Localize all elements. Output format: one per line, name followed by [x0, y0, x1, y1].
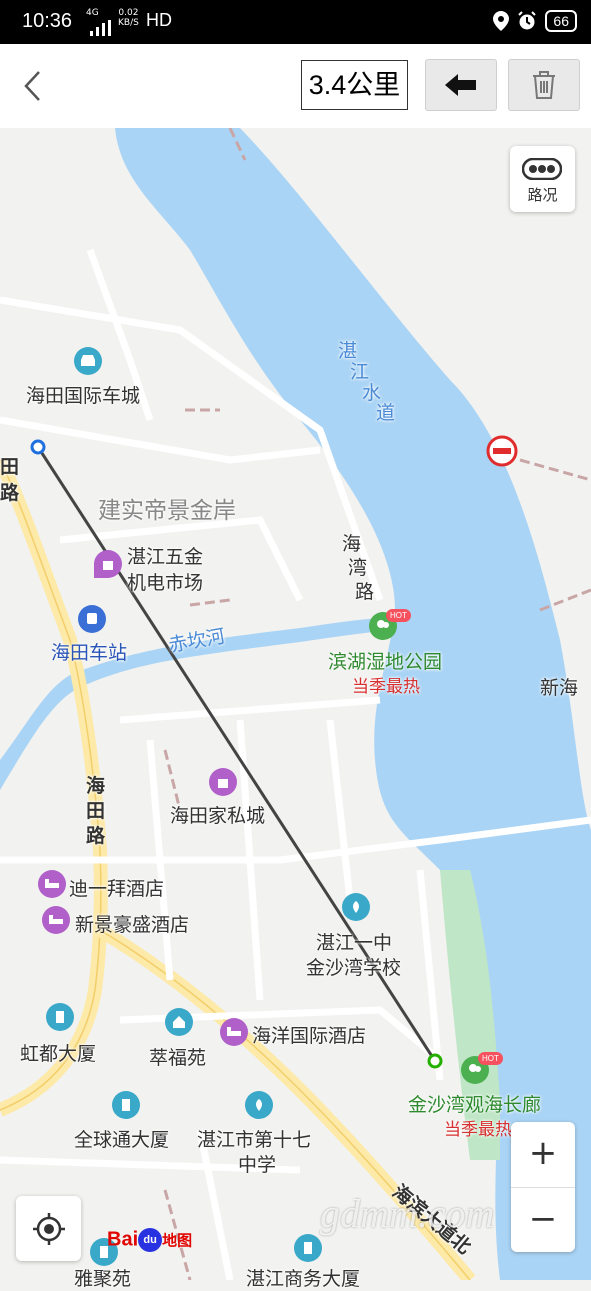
- traffic-label: 路况: [527, 186, 558, 204]
- distance-display: 3.4公里: [301, 60, 408, 110]
- hotel-icon[interactable]: [42, 906, 70, 934]
- traffic-icon: [522, 158, 562, 180]
- road-label: 路: [0, 482, 20, 504]
- baidu-logo: Bai du 地图: [107, 1228, 192, 1252]
- hotel-icon[interactable]: [220, 1018, 248, 1046]
- river-label: 道: [376, 402, 396, 424]
- battery-icon: 66: [545, 10, 577, 32]
- poi-label[interactable]: 湛江五金: [127, 542, 203, 569]
- school-icon[interactable]: [342, 893, 370, 921]
- shopping-bag-icon[interactable]: [94, 550, 122, 578]
- poi-label[interactable]: 机电市场: [127, 568, 203, 595]
- poi-label[interactable]: 滨湖湿地公园: [328, 647, 442, 674]
- net-speed-unit: KB/S: [118, 18, 139, 28]
- undo-button[interactable]: [425, 59, 497, 111]
- net-speed: 0.02 KB/S: [118, 8, 139, 28]
- baidu-logo-text: Bai: [107, 1228, 139, 1251]
- road-label: 田: [0, 456, 20, 478]
- traffic-button[interactable]: 路况: [510, 146, 575, 212]
- hd-indicator: HD: [146, 10, 172, 30]
- poi-sub-label: 当季最热: [352, 677, 420, 697]
- road-label: 路: [86, 825, 106, 847]
- watermark: gdmm.com: [320, 1191, 495, 1236]
- baidu-paw-icon: du: [138, 1228, 163, 1252]
- hot-badge: HOT: [478, 1052, 503, 1065]
- hot-badge: HOT: [386, 609, 411, 622]
- poi-label[interactable]: 海田车站: [51, 638, 127, 665]
- signal-icon: [90, 20, 111, 36]
- poi-label[interactable]: 海洋国际酒店: [252, 1021, 366, 1048]
- road-label: 路: [355, 581, 375, 603]
- back-button[interactable]: [14, 66, 54, 106]
- poi-sub-label: 当季最热: [444, 1120, 512, 1140]
- poi-label[interactable]: 虹都大厦: [20, 1039, 96, 1066]
- poi-label[interactable]: 新景豪盛酒店: [75, 910, 189, 937]
- alarm-icon: [518, 11, 537, 30]
- shopping-bag-icon[interactable]: [209, 768, 237, 796]
- poi-label[interactable]: 中学: [238, 1150, 276, 1177]
- zoom-in-button[interactable]: +: [511, 1122, 575, 1187]
- clear-button[interactable]: [508, 59, 580, 111]
- zoom-control: + −: [511, 1122, 575, 1252]
- network-type: 4G: [86, 8, 99, 18]
- road-label: 田: [86, 800, 106, 822]
- locate-button[interactable]: [16, 1196, 81, 1261]
- status-right: 66: [493, 10, 577, 32]
- poi-label[interactable]: 萃福苑: [149, 1043, 206, 1070]
- road-label: 湾: [348, 557, 368, 579]
- area-label: 建实帝景金岸: [98, 498, 236, 524]
- road-label: 海: [86, 775, 106, 797]
- poi-label[interactable]: 海田家私城: [170, 801, 265, 828]
- building-icon[interactable]: [294, 1234, 322, 1262]
- poi-label[interactable]: 雅聚苑: [74, 1264, 131, 1291]
- building-icon[interactable]: [112, 1091, 140, 1119]
- poi-label[interactable]: 湛江市第十七: [197, 1125, 311, 1152]
- measure-end-point: [427, 1053, 443, 1069]
- area-label: 新海: [540, 677, 579, 699]
- car-icon[interactable]: [74, 347, 102, 375]
- road-label: 海: [342, 533, 362, 555]
- status-bar: 10:36 4G 0.02 KB/S HD 66: [0, 0, 591, 44]
- hotel-icon[interactable]: [38, 870, 66, 898]
- status-time: 10:36: [22, 10, 73, 32]
- arrow-left-icon: [445, 74, 476, 96]
- no-entry-icon: [486, 435, 518, 467]
- bus-icon[interactable]: [78, 605, 106, 633]
- poi-label[interactable]: 全球通大厦: [74, 1125, 169, 1152]
- trash-icon: [533, 71, 555, 99]
- poi-label[interactable]: 湛江一中: [316, 928, 392, 955]
- poi-label[interactable]: 金沙湾观海长廊: [408, 1090, 541, 1117]
- measure-start-point: [30, 439, 46, 455]
- poi-label[interactable]: 湛江商务大厦: [246, 1264, 360, 1291]
- poi-label[interactable]: 金沙湾学校: [306, 953, 401, 980]
- building-icon[interactable]: [46, 1003, 74, 1031]
- net-speed-value: 0.02: [118, 8, 139, 18]
- residence-icon[interactable]: [165, 1008, 193, 1036]
- poi-label[interactable]: 海田国际车城: [26, 381, 140, 408]
- location-icon: [493, 11, 510, 31]
- school-icon[interactable]: [245, 1091, 273, 1119]
- crosshair-icon: [32, 1212, 65, 1245]
- poi-label[interactable]: 迪一拜酒店: [69, 874, 164, 901]
- measure-toolbar: 3.4公里: [0, 44, 591, 129]
- baidu-ditu-text: 地图: [162, 1232, 193, 1250]
- zoom-out-button[interactable]: −: [511, 1187, 575, 1253]
